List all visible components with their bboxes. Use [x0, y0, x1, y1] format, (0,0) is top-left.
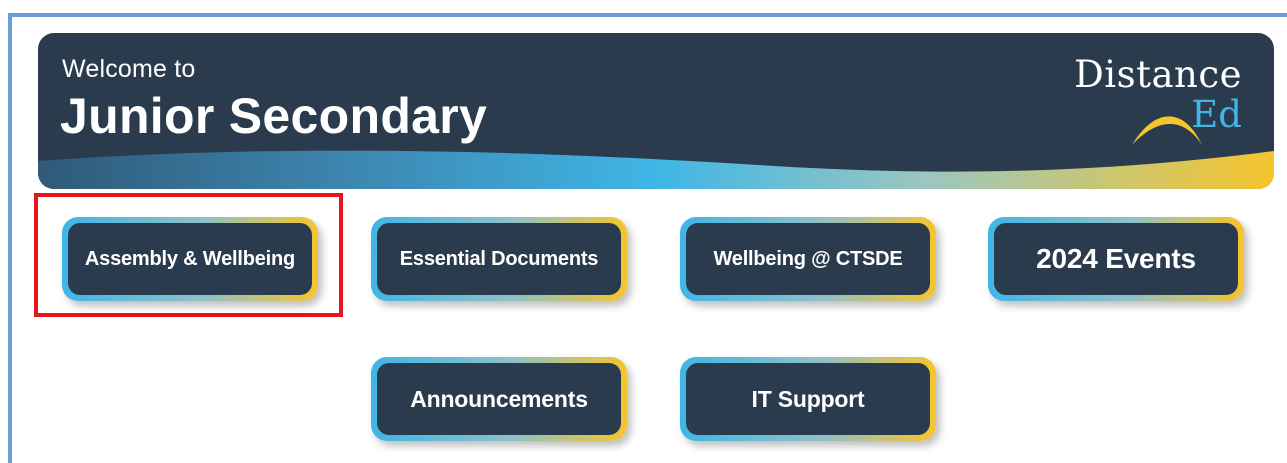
- tile-label: Announcements: [410, 385, 588, 412]
- sunrise-arc-icon: [1132, 116, 1202, 145]
- tile-inner: Essential Documents: [377, 223, 621, 295]
- tile-inner: Assembly & Wellbeing: [68, 223, 312, 295]
- tile-inner: 2024 Events: [994, 223, 1238, 295]
- 2024-events-button[interactable]: 2024 Events: [988, 217, 1244, 301]
- tile-inner: IT Support: [686, 363, 930, 435]
- tile-inner: Wellbeing @ CTSDE: [686, 223, 930, 295]
- header-banner: Welcome to Junior Secondary Distance Ed: [38, 33, 1274, 189]
- tile-label: Wellbeing @ CTSDE: [713, 247, 903, 270]
- welcome-text: Welcome to: [62, 55, 196, 83]
- announcements-button[interactable]: Announcements: [371, 357, 627, 441]
- assembly-wellbeing-button[interactable]: Assembly & Wellbeing: [62, 217, 318, 301]
- tile-label: IT Support: [751, 385, 865, 412]
- tile-label: Assembly & Wellbeing: [84, 247, 296, 270]
- wellbeing-ctsde-button[interactable]: Wellbeing @ CTSDE: [680, 217, 936, 301]
- tile-inner: Announcements: [377, 363, 621, 435]
- it-support-button[interactable]: IT Support: [680, 357, 936, 441]
- logo-text-distance: Distance: [1074, 53, 1242, 96]
- tile-label: 2024 Events: [1036, 243, 1196, 274]
- distance-ed-logo: Distance Ed: [1052, 49, 1252, 169]
- tile-label: Essential Documents: [399, 247, 599, 270]
- essential-documents-button[interactable]: Essential Documents: [371, 217, 627, 301]
- page-title: Junior Secondary: [60, 88, 488, 144]
